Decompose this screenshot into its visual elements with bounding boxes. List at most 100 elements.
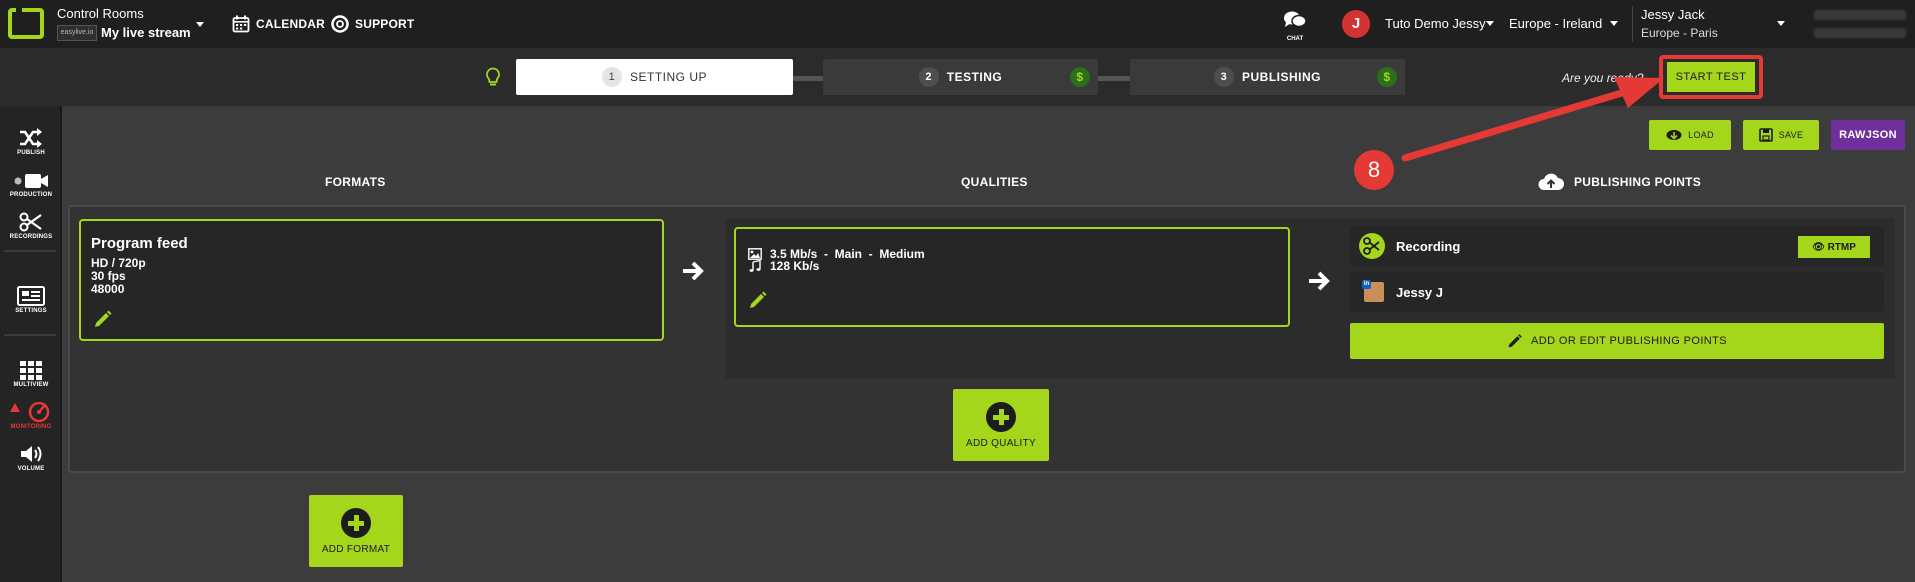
user-name[interactable]: Jessy Jack bbox=[1641, 7, 1705, 22]
sidebar-item-publish[interactable]: PUBLISH bbox=[0, 128, 62, 156]
chat-icon bbox=[1284, 11, 1307, 28]
sidebar: PUBLISH PRODUCTION RECORDINGS SETTINGS M… bbox=[0, 106, 62, 582]
chevron-down-icon[interactable] bbox=[196, 22, 204, 27]
load-button[interactable]: LOAD bbox=[1649, 120, 1731, 150]
sidebar-item-multiview[interactable]: MULTIVIEW bbox=[0, 360, 62, 388]
shuffle-icon bbox=[20, 128, 42, 148]
format-resolution: HD / 720p bbox=[91, 256, 146, 270]
format-card[interactable]: Program feed HD / 720p 30 fps 48000 bbox=[79, 219, 664, 341]
divider bbox=[4, 250, 56, 252]
lifebuoy-icon bbox=[331, 15, 349, 33]
sidebar-label: RECORDINGS bbox=[9, 234, 53, 240]
step-setting-up[interactable]: 1 SETTING UP bbox=[516, 59, 793, 95]
user-timezone: Europe - Paris bbox=[1641, 26, 1718, 40]
top-bar: Control Rooms easylive.io My live stream… bbox=[0, 0, 1915, 48]
step-number: 2 bbox=[918, 67, 939, 87]
load-label: LOAD bbox=[1688, 130, 1714, 140]
plus-circle-icon bbox=[986, 401, 1016, 432]
step-connector bbox=[1098, 76, 1130, 81]
sidebar-item-production[interactable]: PRODUCTION bbox=[0, 172, 62, 198]
format-sample-rate: 48000 bbox=[91, 282, 125, 296]
sidebar-item-settings[interactable]: SETTINGS bbox=[0, 286, 62, 314]
chat-label: CHAT bbox=[1286, 36, 1304, 42]
step-testing[interactable]: 2 TESTING $ bbox=[823, 59, 1098, 95]
app-logo-icon[interactable] bbox=[8, 8, 44, 39]
quality-audio: 128 Kb/s bbox=[770, 259, 820, 273]
dollar-icon: $ bbox=[1070, 67, 1090, 87]
annotation-step-number: 8 bbox=[1354, 150, 1394, 190]
chevron-down-icon[interactable] bbox=[1610, 21, 1618, 26]
add-publishing-points-button[interactable]: ADD OR EDIT PUBLISHING POINTS bbox=[1350, 323, 1884, 359]
pencil-icon[interactable] bbox=[93, 309, 113, 329]
add-quality-button[interactable]: ADD QUALITY bbox=[953, 389, 1049, 461]
app-title: Control Rooms bbox=[57, 6, 144, 21]
cloud-download-icon bbox=[1666, 130, 1682, 140]
account-selector[interactable]: Tuto Demo Jessy bbox=[1385, 16, 1486, 31]
support-link[interactable]: SUPPORT bbox=[331, 14, 414, 34]
divider bbox=[4, 334, 56, 336]
quality-card[interactable]: 3.5 Mb/s - Main - Medium 128 Kb/s bbox=[734, 227, 1290, 327]
qualities-header: QUALITIES bbox=[961, 175, 1028, 189]
chevron-down-icon[interactable] bbox=[1486, 21, 1494, 26]
pencil-icon[interactable] bbox=[748, 290, 768, 310]
add-publishing-points-label: ADD OR EDIT PUBLISHING POINTS bbox=[1531, 335, 1727, 347]
lightbulb-icon bbox=[486, 67, 500, 86]
format-fps: 30 fps bbox=[91, 269, 126, 283]
publishing-points-header: PUBLISHING POINTS bbox=[1574, 175, 1702, 189]
volume-icon bbox=[21, 446, 42, 462]
rtmp-button[interactable]: 👁 RTMP bbox=[1798, 236, 1870, 258]
publishing-point-row[interactable]: Recording 👁 RTMP bbox=[1350, 226, 1884, 266]
scissors-icon bbox=[19, 212, 42, 232]
sidebar-label: VOLUME bbox=[17, 466, 45, 472]
stream-selector[interactable]: My live stream bbox=[101, 25, 191, 40]
quality-audio-line: 128 Kb/s bbox=[748, 259, 819, 273]
chevron-down-icon[interactable] bbox=[1777, 21, 1785, 26]
sidebar-item-volume[interactable]: VOLUME bbox=[0, 444, 62, 472]
avatar[interactable]: J bbox=[1342, 10, 1370, 38]
add-format-button[interactable]: ADD FORMAT bbox=[309, 495, 403, 567]
plus-circle-icon bbox=[341, 507, 371, 538]
eye-icon: 👁 bbox=[1812, 241, 1828, 253]
add-format-label: ADD FORMAT bbox=[321, 543, 391, 555]
publishing-point-name: Jessy J bbox=[1396, 285, 1443, 300]
step-label: TESTING bbox=[946, 70, 1003, 84]
sidebar-label: SETTINGS bbox=[15, 308, 47, 314]
step-number: 3 bbox=[1213, 67, 1234, 87]
calendar-label: CALENDAR bbox=[256, 17, 325, 31]
divider bbox=[1632, 6, 1633, 42]
step-publishing[interactable]: 3 PUBLISHING $ bbox=[1130, 59, 1405, 95]
step-number: 1 bbox=[601, 67, 622, 87]
floppy-icon bbox=[1758, 128, 1773, 142]
publishing-point-name: Recording bbox=[1396, 239, 1461, 254]
calendar-icon bbox=[232, 15, 250, 33]
save-button[interactable]: SAVE bbox=[1743, 120, 1819, 150]
rawjson-button[interactable]: RAWJSON bbox=[1831, 120, 1905, 150]
cloud-upload-icon bbox=[1538, 173, 1564, 190]
arrow-right-icon bbox=[1309, 271, 1330, 291]
publishing-point-row[interactable]: in Jessy J bbox=[1350, 272, 1884, 312]
sidebar-item-recordings[interactable]: RECORDINGS bbox=[0, 212, 62, 240]
sidebar-item-monitoring[interactable]: MONITORING bbox=[0, 402, 62, 430]
music-note-icon bbox=[749, 260, 761, 272]
formats-header: FORMATS bbox=[325, 175, 386, 189]
sidebar-label: PUBLISH bbox=[17, 150, 45, 156]
redacted-area bbox=[1814, 28, 1906, 38]
scissors-icon bbox=[1359, 233, 1385, 259]
linkedin-icon: in bbox=[1362, 280, 1371, 289]
step-label: PUBLISHING bbox=[1241, 70, 1321, 84]
dollar-icon: $ bbox=[1377, 67, 1397, 87]
step-label: SETTING UP bbox=[629, 70, 707, 84]
ready-prompt: Are you ready? bbox=[1562, 71, 1644, 85]
region-selector[interactable]: Europe - Ireland bbox=[1509, 16, 1602, 31]
sidebar-label: MULTIVIEW bbox=[13, 382, 49, 388]
add-quality-label: ADD QUALITY bbox=[966, 437, 1036, 449]
format-title: Program feed bbox=[91, 235, 188, 252]
sidebar-label: MONITORING bbox=[10, 424, 52, 430]
chat-button[interactable]: CHAT bbox=[1280, 10, 1310, 42]
calendar-link[interactable]: CALENDAR bbox=[232, 14, 325, 34]
save-label: SAVE bbox=[1778, 130, 1804, 140]
support-label: SUPPORT bbox=[355, 17, 415, 31]
grid-icon bbox=[20, 361, 42, 380]
settings-panel-icon bbox=[17, 286, 45, 306]
start-test-button[interactable]: START TEST bbox=[1667, 62, 1755, 92]
